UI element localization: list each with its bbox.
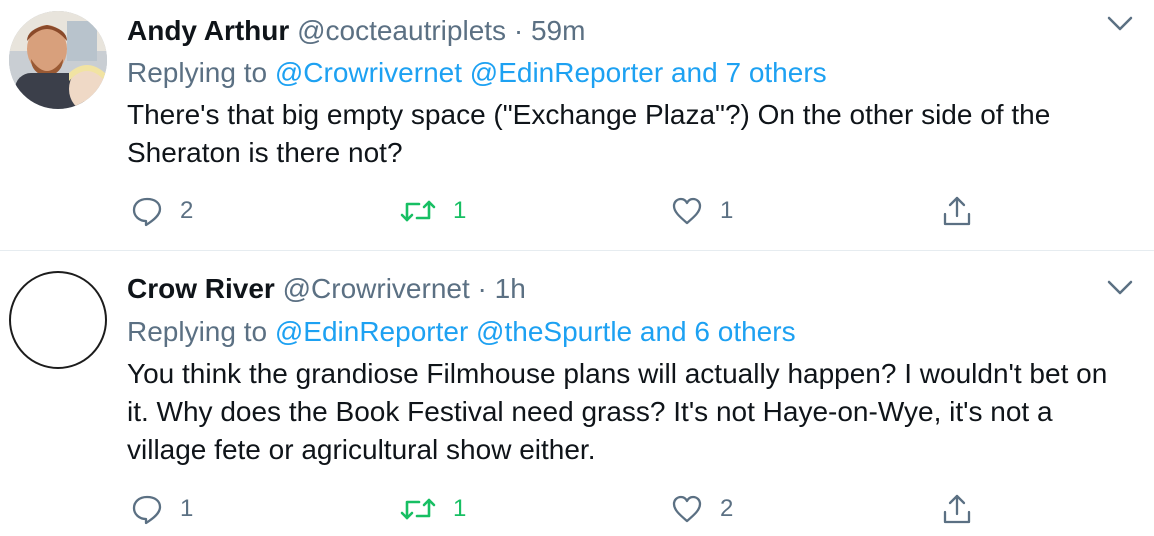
tweet-actions: 1 1 2 (0, 489, 1154, 529)
share-button[interactable] (940, 191, 974, 231)
tweet-header: Andy Arthur @cocteautriplets · 59m (127, 14, 585, 48)
separator-dot: · (513, 15, 524, 46)
replying-others-link[interactable]: and 6 others (640, 316, 796, 347)
like-icon (672, 495, 702, 523)
retweet-button[interactable]: 1 (399, 191, 466, 231)
timestamp[interactable]: 1h (495, 273, 526, 304)
replying-prefix: Replying to (127, 316, 268, 347)
author-handle[interactable]: @cocteautriplets (297, 15, 506, 46)
share-icon (943, 196, 971, 226)
replying-others-link[interactable]: and 7 others (671, 57, 827, 88)
separator-dot: · (477, 273, 487, 304)
timestamp[interactable]: 59m (531, 15, 585, 46)
reply-icon (132, 197, 162, 227)
like-count: 1 (720, 197, 734, 224)
chevron-down-icon[interactable] (1106, 278, 1134, 298)
retweet-icon (400, 200, 436, 222)
share-button[interactable] (940, 489, 974, 529)
tweet[interactable]: Crow River @Crowrivernet · 1h Replying t… (0, 251, 1154, 536)
author-handle[interactable]: @Crowrivernet (283, 273, 470, 304)
reply-count: 2 (180, 197, 194, 224)
retweet-button[interactable]: 1 (399, 489, 466, 529)
like-count: 2 (720, 495, 734, 522)
like-icon (672, 197, 702, 225)
reply-count: 1 (180, 495, 194, 522)
replying-to: Replying to @EdinReporter @theSpurtle an… (127, 315, 796, 349)
reply-button[interactable]: 2 (130, 191, 193, 231)
tweet-header: Crow River @Crowrivernet · 1h (127, 272, 526, 306)
tweet[interactable]: Andy Arthur @cocteautriplets · 59m Reply… (0, 0, 1154, 251)
retweet-icon (400, 498, 436, 520)
tweet-text: You think the grandiose Filmhouse plans … (127, 358, 1108, 465)
like-button[interactable]: 2 (670, 489, 733, 529)
avatar[interactable] (9, 11, 107, 109)
author-name[interactable]: Andy Arthur (127, 15, 289, 46)
replying-handles[interactable]: @EdinReporter @theSpurtle (275, 316, 632, 347)
replying-handles[interactable]: @Crowrivernet @EdinReporter (275, 57, 663, 88)
reply-button[interactable]: 1 (130, 489, 193, 529)
share-icon (943, 494, 971, 524)
replying-to: Replying to @Crowrivernet @EdinReporter … (127, 56, 827, 90)
retweet-count: 1 (453, 197, 467, 224)
retweet-count: 1 (453, 495, 467, 522)
tweet-text: There's that big empty space ("Exchange … (127, 99, 1051, 168)
reply-icon (132, 495, 162, 525)
author-name[interactable]: Crow River (127, 273, 275, 304)
like-button[interactable]: 1 (670, 191, 733, 231)
chevron-down-icon[interactable] (1106, 14, 1134, 34)
avatar[interactable] (9, 271, 107, 369)
replying-prefix: Replying to (127, 57, 268, 88)
tweet-actions: 2 1 1 (0, 191, 1154, 231)
